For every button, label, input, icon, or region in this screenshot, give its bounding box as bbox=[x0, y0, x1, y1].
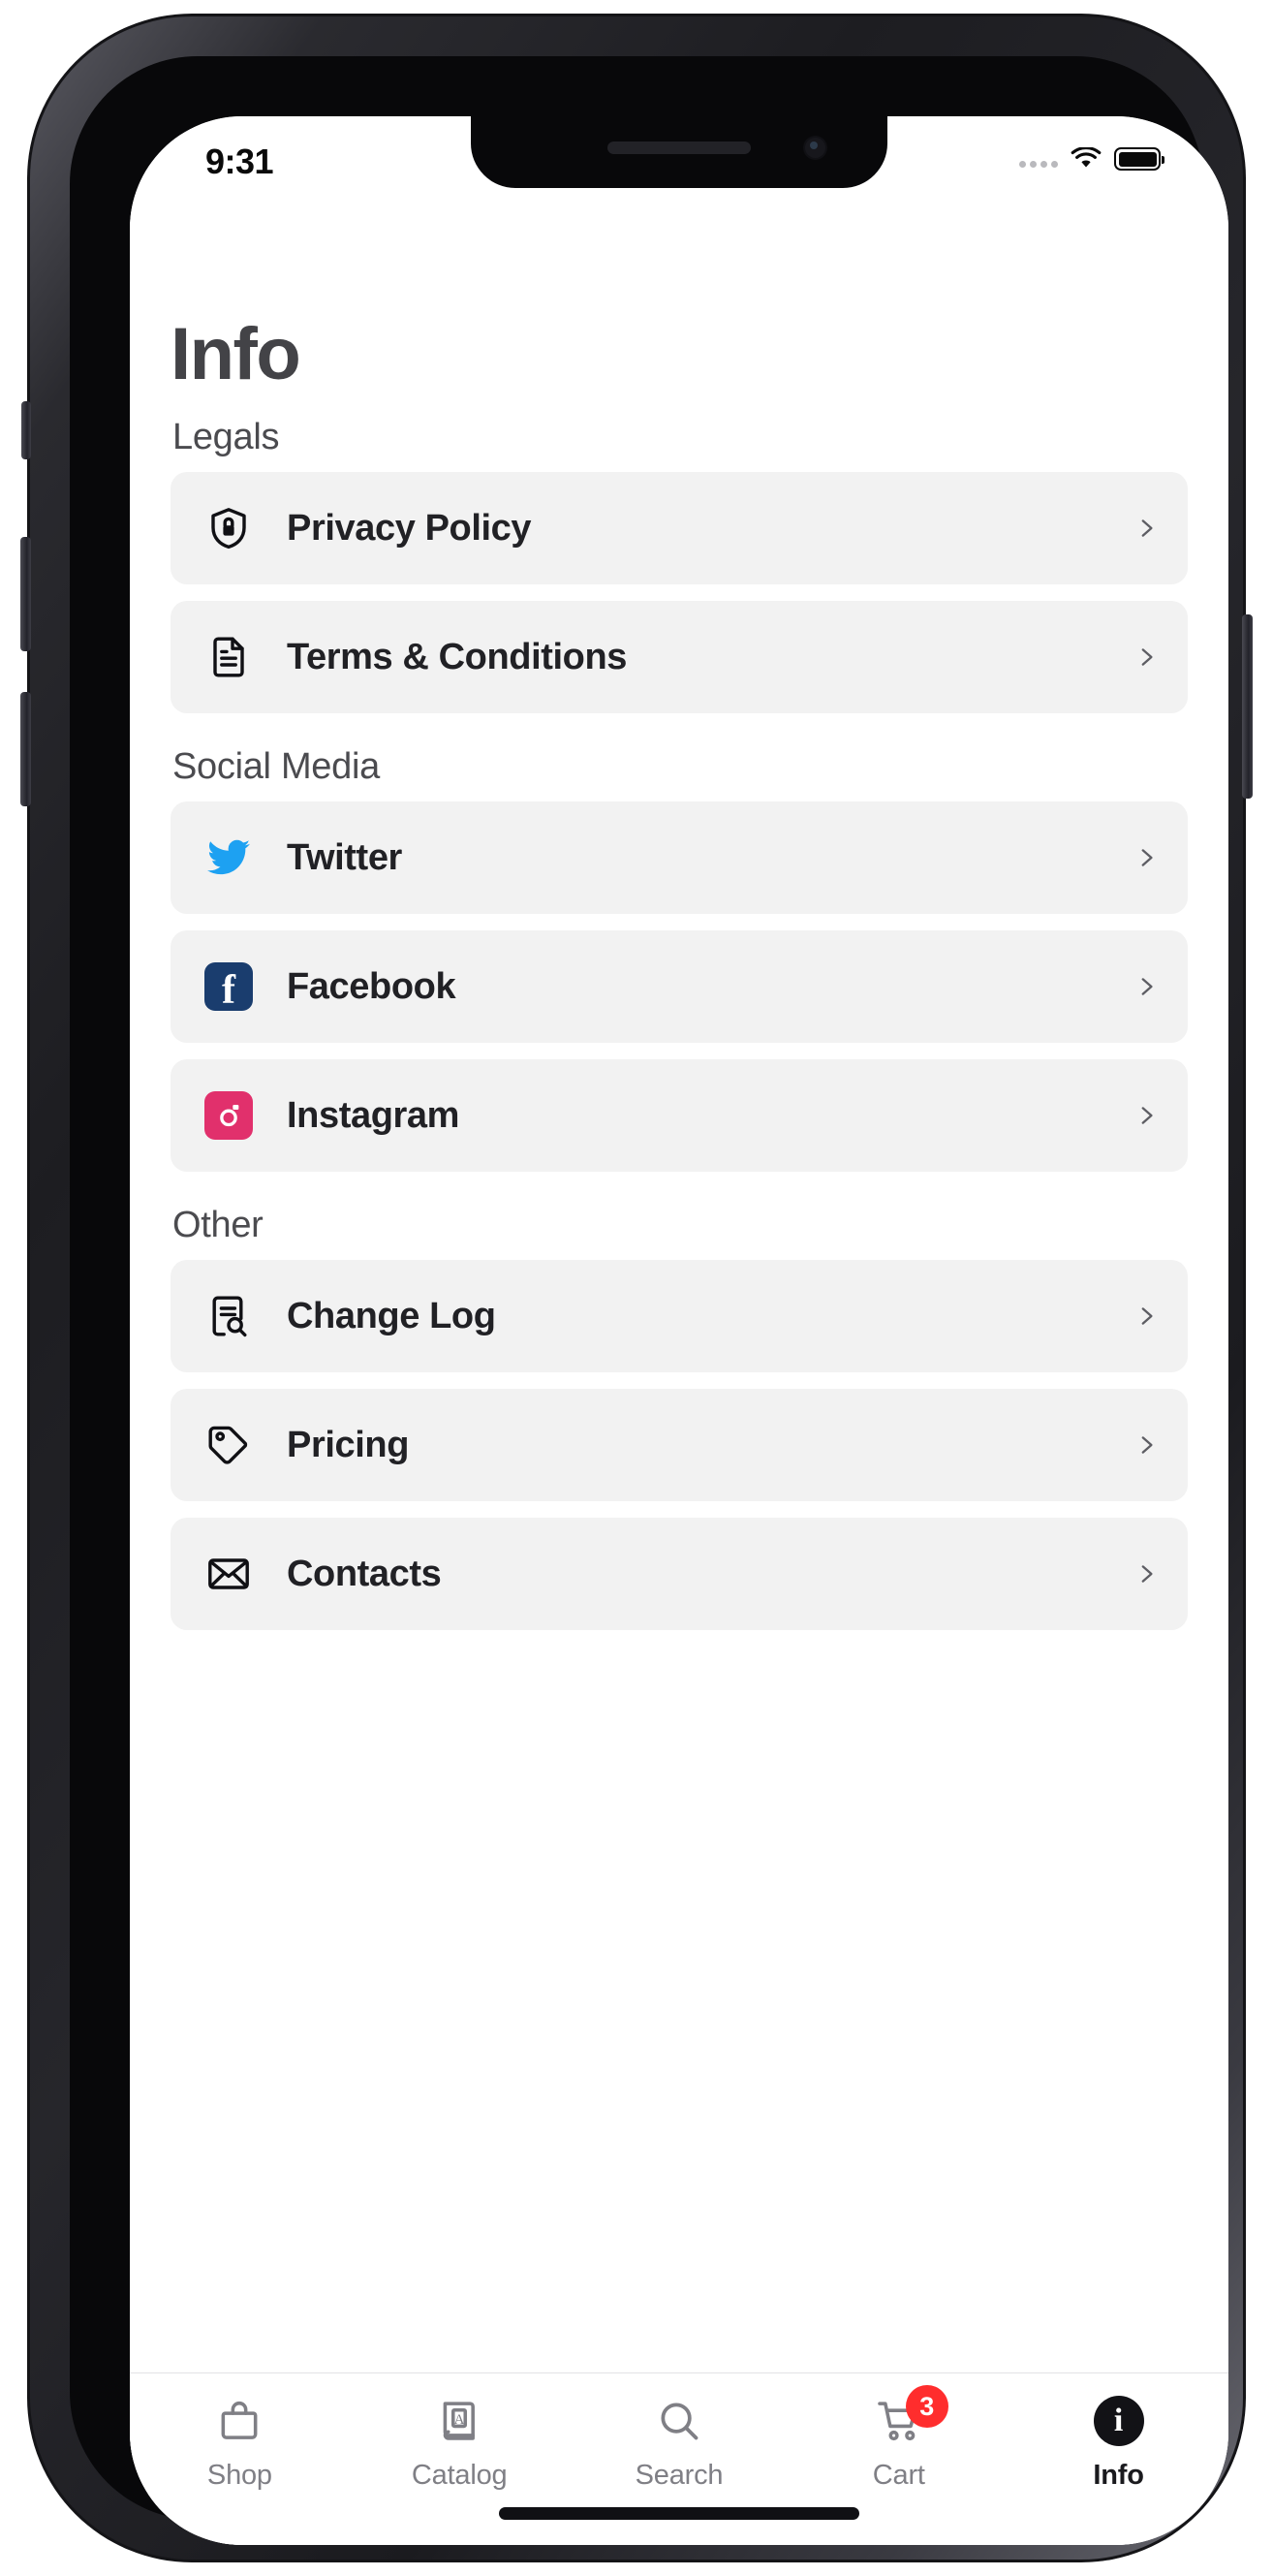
phone-device-frame: 9:31 Info Legals Privacy Policy Terms & … bbox=[20, 14, 1253, 2562]
tab-label: Info bbox=[1093, 2460, 1144, 2491]
app-root: Info Legals Privacy Policy Terms & Condi… bbox=[130, 116, 1228, 2545]
page-title: Info bbox=[171, 313, 301, 395]
chevron-right-icon bbox=[1133, 965, 1159, 1008]
battery-full-icon bbox=[1114, 147, 1164, 171]
section-header-social-media: Social Media bbox=[172, 746, 380, 787]
chevron-right-icon bbox=[1133, 836, 1159, 879]
section-header-other: Other bbox=[172, 1205, 264, 1245]
list-item-instagram[interactable]: Instagram bbox=[171, 1059, 1188, 1172]
tab-cart[interactable]: 3 Cart bbox=[789, 2385, 1009, 2492]
tab-catalog[interactable]: A Catalog bbox=[350, 2395, 570, 2492]
facebook-icon: f bbox=[202, 959, 256, 1014]
silent-switch-button[interactable] bbox=[21, 401, 31, 459]
section-header-legals: Legals bbox=[172, 417, 280, 457]
list-item-terms-conditions[interactable]: Terms & Conditions bbox=[171, 601, 1188, 713]
tab-shop[interactable]: Shop bbox=[130, 2395, 350, 2492]
signal-dots-icon bbox=[1019, 150, 1058, 168]
list-item-label: Contacts bbox=[287, 1553, 442, 1594]
list-item-twitter[interactable]: Twitter bbox=[171, 801, 1188, 914]
tab-search[interactable]: Search bbox=[570, 2395, 790, 2492]
chevron-right-icon bbox=[1133, 1424, 1159, 1466]
instagram-icon bbox=[202, 1088, 256, 1143]
list-item-label: Change Log bbox=[287, 1295, 496, 1336]
list-item-facebook[interactable]: f Facebook bbox=[171, 930, 1188, 1043]
home-indicator[interactable] bbox=[499, 2507, 859, 2520]
power-button[interactable] bbox=[1242, 614, 1253, 799]
envelope-icon bbox=[202, 1547, 256, 1601]
tab-label: Search bbox=[635, 2460, 724, 2491]
section-other: Other Change Log Pricing Contacts bbox=[171, 1205, 1188, 1630]
front-camera bbox=[805, 138, 825, 158]
volume-up-button[interactable] bbox=[20, 537, 31, 651]
info-circle-icon: i bbox=[1093, 2395, 1144, 2447]
price-tag-icon bbox=[202, 1418, 256, 1472]
chevron-right-icon bbox=[1133, 636, 1159, 678]
list-item-contacts[interactable]: Contacts bbox=[171, 1518, 1188, 1630]
shopping-cart-icon: 3 bbox=[875, 2385, 948, 2447]
tab-label: Catalog bbox=[411, 2460, 508, 2491]
status-bar-time: 9:31 bbox=[205, 141, 274, 181]
section-legals: Legals Privacy Policy Terms & Conditions bbox=[171, 417, 1188, 713]
tab-label: Cart bbox=[872, 2460, 925, 2491]
list-item-label: Instagram bbox=[287, 1094, 460, 1136]
list-item-pricing[interactable]: Pricing bbox=[171, 1389, 1188, 1501]
chevron-right-icon bbox=[1133, 1094, 1159, 1137]
document-icon bbox=[202, 630, 256, 684]
chevron-right-icon bbox=[1133, 1553, 1159, 1595]
chevron-right-icon bbox=[1133, 507, 1159, 550]
list-item-privacy-policy[interactable]: Privacy Policy bbox=[171, 472, 1188, 584]
magnifier-icon bbox=[655, 2395, 703, 2447]
list-item-label: Pricing bbox=[287, 1424, 410, 1465]
list-item-label: Twitter bbox=[287, 836, 402, 878]
tab-info[interactable]: i Info bbox=[1009, 2395, 1228, 2492]
earpiece-speaker bbox=[607, 141, 751, 154]
facebook-letter: f bbox=[222, 968, 235, 1013]
chevron-right-icon bbox=[1133, 1295, 1159, 1337]
list-item-label: Facebook bbox=[287, 965, 456, 1007]
volume-down-button[interactable] bbox=[20, 692, 31, 806]
info-page-content: Info Legals Privacy Policy Terms & Condi… bbox=[130, 209, 1228, 2372]
twitter-icon bbox=[202, 831, 256, 885]
shield-lock-icon bbox=[202, 501, 256, 555]
wifi-icon bbox=[1071, 147, 1102, 168]
tab-label: Shop bbox=[206, 2460, 272, 2491]
list-item-label: Terms & Conditions bbox=[287, 636, 627, 677]
phone-screen: 9:31 Info Legals Privacy Policy Terms & … bbox=[130, 116, 1228, 2545]
document-search-icon bbox=[202, 1289, 256, 1343]
shopping-bag-icon bbox=[215, 2395, 264, 2447]
phone-bezel: 9:31 Info Legals Privacy Policy Terms & … bbox=[70, 56, 1228, 2545]
section-social-media: Social Media Twitter f Facebook Instagra… bbox=[171, 746, 1188, 1172]
list-item-label: Privacy Policy bbox=[287, 507, 532, 549]
status-bar-icons bbox=[1019, 147, 1164, 171]
notch bbox=[471, 116, 887, 188]
info-letter: i bbox=[1093, 2396, 1144, 2446]
list-item-change-log[interactable]: Change Log bbox=[171, 1260, 1188, 1372]
book-icon: A bbox=[435, 2395, 483, 2447]
cart-badge-count: 3 bbox=[905, 2385, 948, 2428]
